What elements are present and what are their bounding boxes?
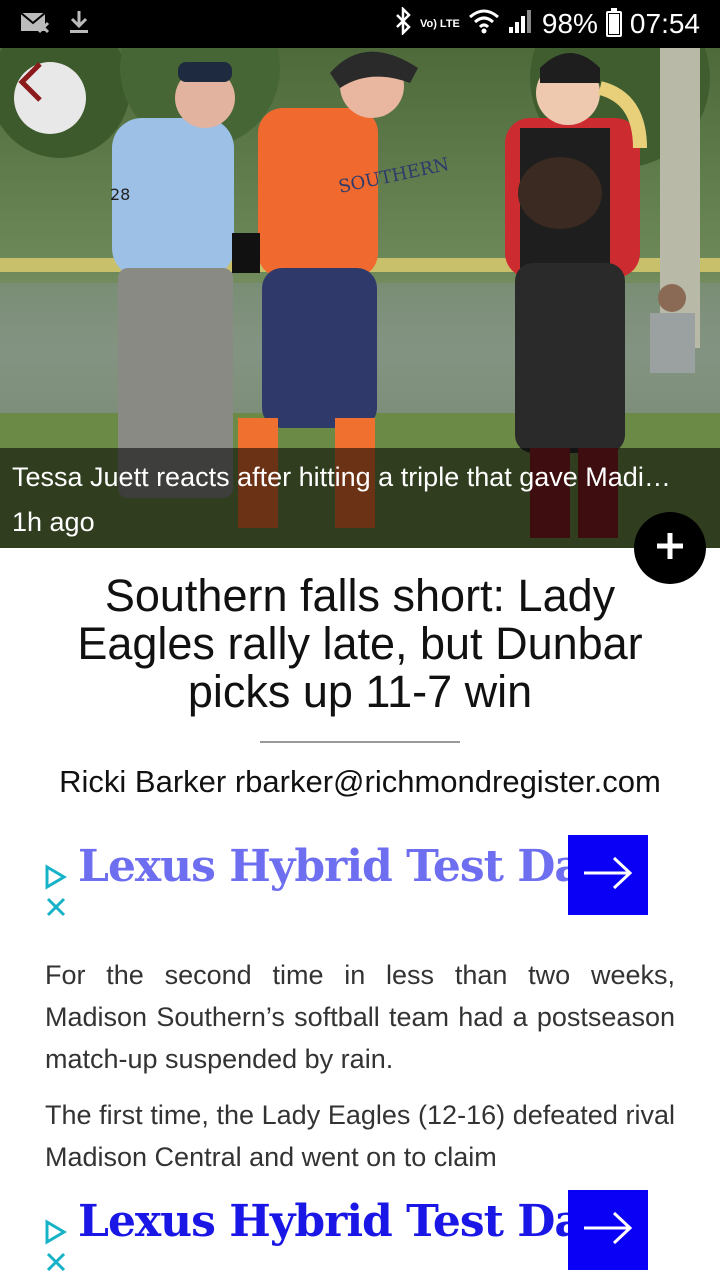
umpire-number: 28 [110, 185, 130, 204]
ad-title[interactable]: Lexus Hybrid Test Days [78, 1196, 631, 1247]
arrow-right-icon [582, 1210, 634, 1251]
wifi-icon [468, 8, 500, 41]
back-button[interactable] [14, 62, 86, 134]
signal-icon [508, 8, 534, 41]
add-button[interactable] [634, 512, 706, 584]
hero-photo[interactable]: 28 SOUTHERN Tessa Juett reacts after hit… [0, 48, 720, 548]
article-paragraph: The first time, the Lady Eagles (12-16) … [45, 1100, 675, 1172]
ad-play-icon[interactable] [44, 863, 70, 919]
volte-icon: Vo) LTE [419, 17, 460, 30]
ad-title[interactable]: Lexus Hybrid Test Days [78, 841, 631, 892]
battery-fill [608, 14, 619, 34]
article-headline: Southern falls short: Lady Eagles rally … [77, 570, 643, 717]
bluetooth-icon [394, 5, 412, 42]
no-sim-mail-icon [20, 10, 50, 39]
caption-text: Tessa Juett reacts after hitting a tripl… [12, 462, 671, 492]
byline[interactable]: Ricki Barker rbarker@richmondregister.co… [0, 764, 720, 800]
arrow-right-icon [582, 855, 634, 896]
ad-choices[interactable] [44, 1218, 70, 1279]
caption-timestamp: 1h ago [12, 507, 95, 537]
ad-choices[interactable] [44, 863, 70, 924]
article-paragraph: For the second time in less than two wee… [45, 960, 675, 1074]
ad-arrow-button[interactable] [568, 1190, 648, 1270]
battery-icon [605, 8, 622, 37]
battery-percent: 98% [541, 8, 598, 39]
ad-banner[interactable]: Lexus Hybrid Test Days [44, 1190, 676, 1272]
ad-play-icon[interactable] [44, 1218, 70, 1274]
ad-arrow-button[interactable] [568, 835, 648, 915]
ad-banner[interactable]: Lexus Hybrid Test Days [44, 835, 676, 917]
divider [260, 741, 460, 743]
clock: 07:54 [629, 8, 700, 39]
plus-icon [654, 530, 686, 567]
status-bar: Vo) LTE 98% 07:54 [0, 0, 720, 48]
photo-caption: Tessa Juett reacts after hitting a tripl… [0, 448, 720, 548]
download-icon [68, 9, 90, 40]
